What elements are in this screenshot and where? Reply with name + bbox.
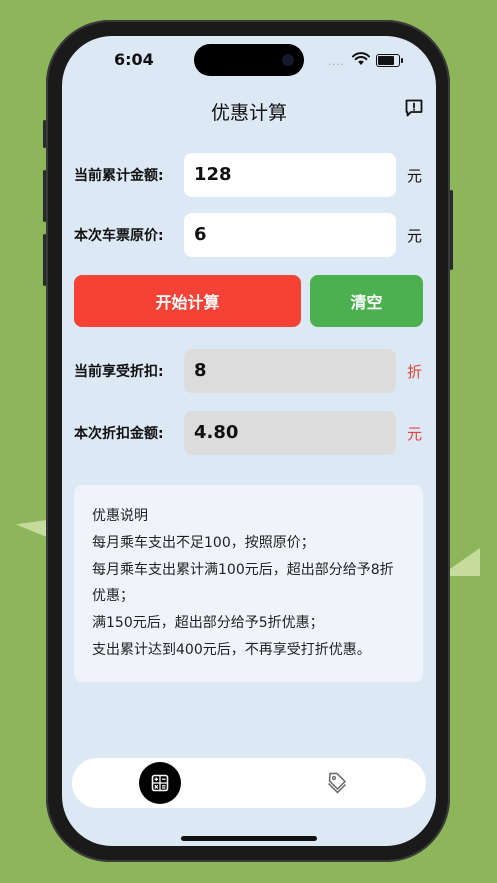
info-line: 满150元后，超出部分给予5折优惠； (92, 615, 324, 632)
page-title: 优惠计算 (210, 102, 287, 124)
calculator-icon (151, 774, 169, 792)
discount-rate-value: 8 (184, 349, 396, 393)
ticket-price-row: 本次车票原价: 6 元 (74, 213, 424, 257)
info-line: 每月乘车支出累计满100元后，超出部分给予8折优惠； (92, 561, 394, 605)
total-amount-label: 当前累计金额: (74, 168, 164, 184)
discount-amount-value: 4.80 (184, 411, 396, 455)
tab-calculator[interactable] (139, 762, 181, 804)
action-button (43, 120, 46, 148)
ticket-price-input[interactable]: 6 (184, 213, 396, 257)
power-button (450, 190, 453, 270)
discount-rate-label: 当前享受折扣: (74, 364, 164, 380)
discount-amount-label: 本次折扣金额: (74, 426, 164, 442)
battery-icon (376, 54, 403, 67)
feedback-icon[interactable] (404, 98, 424, 118)
home-indicator[interactable] (181, 836, 317, 841)
discount-amount-row: 本次折扣金额: 4.80 元 (74, 411, 424, 455)
ticket-price-unit: 元 (407, 227, 423, 245)
dynamic-island (194, 44, 304, 76)
total-amount-row: 当前累计金额: 128 元 (74, 153, 424, 197)
camera-icon (282, 54, 294, 66)
tag-icon[interactable] (326, 771, 348, 795)
info-line: 每月乘车支出不足100，按照原价； (92, 534, 315, 551)
discount-info-card: 优惠说明 每月乘车支出不足100，按照原价； 每月乘车支出累计满100元后，超出… (74, 485, 423, 682)
discount-amount-unit: 元 (407, 425, 423, 443)
total-amount-unit: 元 (407, 167, 423, 185)
info-line: 支出累计达到400元后，不再享受打折优惠。 (92, 641, 371, 658)
tab-bar (72, 758, 426, 808)
discount-rate-unit: 折 (407, 363, 423, 381)
calculate-button[interactable]: 开始计算 (74, 275, 301, 327)
discount-rate-row: 当前享受折扣: 8 折 (74, 349, 424, 393)
volume-down-button (43, 234, 46, 286)
status-bar: 6:04 ···· (62, 44, 436, 76)
total-amount-input[interactable]: 128 (184, 153, 396, 197)
info-title: 优惠说明 (92, 508, 148, 524)
wifi-icon (352, 52, 370, 65)
volume-up-button (43, 170, 46, 222)
status-time: 6:04 (114, 50, 154, 69)
signal-dots-icon: ···· (328, 60, 345, 71)
app-screen: 6:04 ···· 优惠计算 当前累计金额: 128 元 本次车票原价: 6 元… (62, 36, 436, 846)
clear-button[interactable]: 清空 (310, 275, 423, 327)
ticket-price-label: 本次车票原价: (74, 228, 164, 244)
